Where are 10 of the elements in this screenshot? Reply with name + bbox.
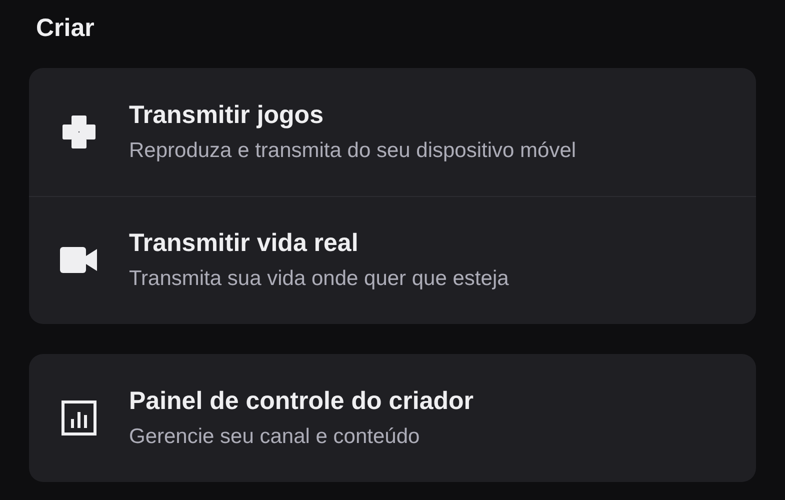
item-title[interactable]: Transmitir vida real: [129, 227, 509, 259]
section-heading: Criar: [35, 13, 96, 44]
bar-chart-icon: [61, 400, 97, 436]
item-subtitle: Reproduza e transmita do seu dispositivo móvel: [129, 138, 576, 164]
video-camera-icon: [60, 245, 98, 275]
item-subtitle: Gerencie seu canal e conteúdo: [129, 424, 421, 450]
item-subtitle: Transmita sua vida onde quer que esteja: [129, 266, 509, 292]
gamepad-icon: [61, 114, 97, 150]
item-title[interactable]: Transmitir jogos: [129, 98, 576, 130]
item-title[interactable]: Painel de controle do criador: [129, 384, 474, 416]
